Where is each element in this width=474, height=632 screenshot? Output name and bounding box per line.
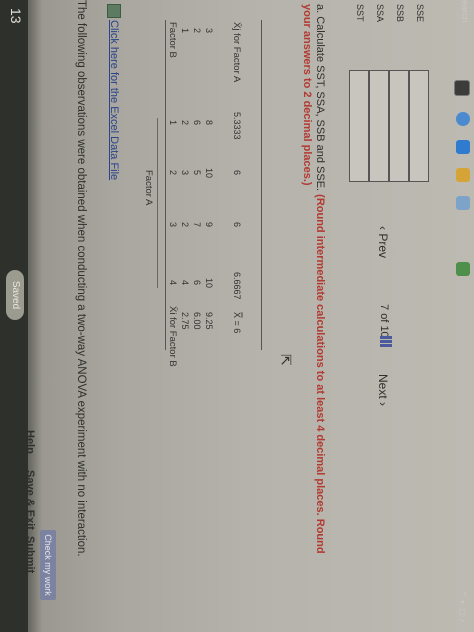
file-explorer-icon[interactable] <box>456 168 470 182</box>
col-header: 2 <box>168 170 178 176</box>
mouse-cursor-icon: ⇱ <box>278 354 294 366</box>
row-mean: 6.00 <box>192 312 202 330</box>
table-cell: 7 <box>192 222 202 228</box>
grand-mean: X̿ = 6 <box>232 312 242 334</box>
ssa-row: SSA <box>370 4 390 68</box>
col-header: 1 <box>168 120 178 126</box>
row-label: 3 <box>204 28 214 34</box>
chrome-icon[interactable] <box>456 112 470 126</box>
store-icon[interactable] <box>456 196 470 210</box>
chevron-right-icon: › <box>376 398 390 407</box>
sse-row: SSE <box>410 4 430 68</box>
row-mean-header: X̄i for Factor B <box>167 306 178 367</box>
table-rule <box>165 20 166 350</box>
header-rule <box>157 118 158 288</box>
excel-file-icon <box>107 4 121 18</box>
col-header: 3 <box>168 222 178 228</box>
saved-badge: Saved <box>6 270 24 320</box>
check-my-work-button[interactable]: Check my work <box>40 530 56 600</box>
photo-background: 13 Saved Help Save & Exit Submit Check m… <box>0 0 474 632</box>
part-a-text: a. Calculate SST, SSA, SSB and SSE. <box>314 4 326 192</box>
ssb-row: SSB <box>390 4 410 68</box>
excel-taskbar-icon[interactable] <box>456 262 470 276</box>
table-rule <box>261 20 262 350</box>
question-number: 13 <box>8 8 24 24</box>
ssb-label: SSB <box>395 4 405 23</box>
taskbar-search[interactable]: earch <box>460 0 470 23</box>
table-cell: 5 <box>192 170 202 176</box>
help-link[interactable]: Help <box>24 430 36 454</box>
table-cell: 10 <box>204 278 214 289</box>
table-cell: 6 <box>192 120 202 126</box>
row-label: 1 <box>180 28 190 34</box>
col-mean: 6.6667 <box>232 272 242 300</box>
part-a-question: a. Calculate SST, SSA, SSB and SSE. (Rou… <box>300 4 326 564</box>
row-mean: 9.25 <box>204 312 214 330</box>
col-mean: 5.3333 <box>232 112 242 140</box>
sse-input[interactable] <box>409 70 429 182</box>
submit-link[interactable]: Submit <box>24 536 36 573</box>
row-label: 2 <box>192 28 202 34</box>
table-cell: 3 <box>180 170 190 176</box>
row-mean: 2.75 <box>180 312 190 330</box>
question-prompt: The following observations were obtained… <box>75 0 87 557</box>
table-cell: 6 <box>192 280 202 286</box>
system-tray: ⌃ ◐ ◻ ♪ <box>458 590 468 623</box>
edge-icon[interactable] <box>456 140 470 154</box>
table-cell: 9 <box>204 222 214 228</box>
col-mean: 6 <box>232 170 242 176</box>
next-button[interactable]: Next › <box>376 374 390 406</box>
sst-label: SST <box>355 4 365 22</box>
col-mean: 6 <box>232 222 242 228</box>
question-grid-icon[interactable] <box>380 336 392 348</box>
col-header: 4 <box>168 280 178 286</box>
task-view-icon[interactable] <box>454 80 470 96</box>
table-cell: 10 <box>204 168 214 179</box>
factor-a-header: Factor A <box>143 170 154 206</box>
col-mean-label: X̄j for Factor A <box>231 22 242 83</box>
sst-input[interactable] <box>349 70 369 182</box>
laptop-screen: 13 Saved Help Save & Exit Submit Check m… <box>0 0 474 632</box>
table-cell: 8 <box>204 120 214 126</box>
ssa-input[interactable] <box>369 70 389 182</box>
table-cell: 4 <box>180 280 190 286</box>
save-exit-link[interactable]: Save & Exit <box>24 470 36 530</box>
ssb-input[interactable] <box>389 70 409 182</box>
ssa-label: SSA <box>375 4 385 23</box>
sse-label: SSE <box>415 4 425 23</box>
table-cell: 2 <box>180 222 190 228</box>
excel-data-link[interactable]: Click here for the Excel Data File <box>108 20 120 180</box>
factor-b-header: Factor B <box>167 22 178 58</box>
page-indicator: 7 of 10 <box>378 304 390 338</box>
prev-button[interactable]: ‹ Prev <box>376 226 390 258</box>
sst-row: SST <box>350 4 370 68</box>
table-cell: 2 <box>180 120 190 126</box>
